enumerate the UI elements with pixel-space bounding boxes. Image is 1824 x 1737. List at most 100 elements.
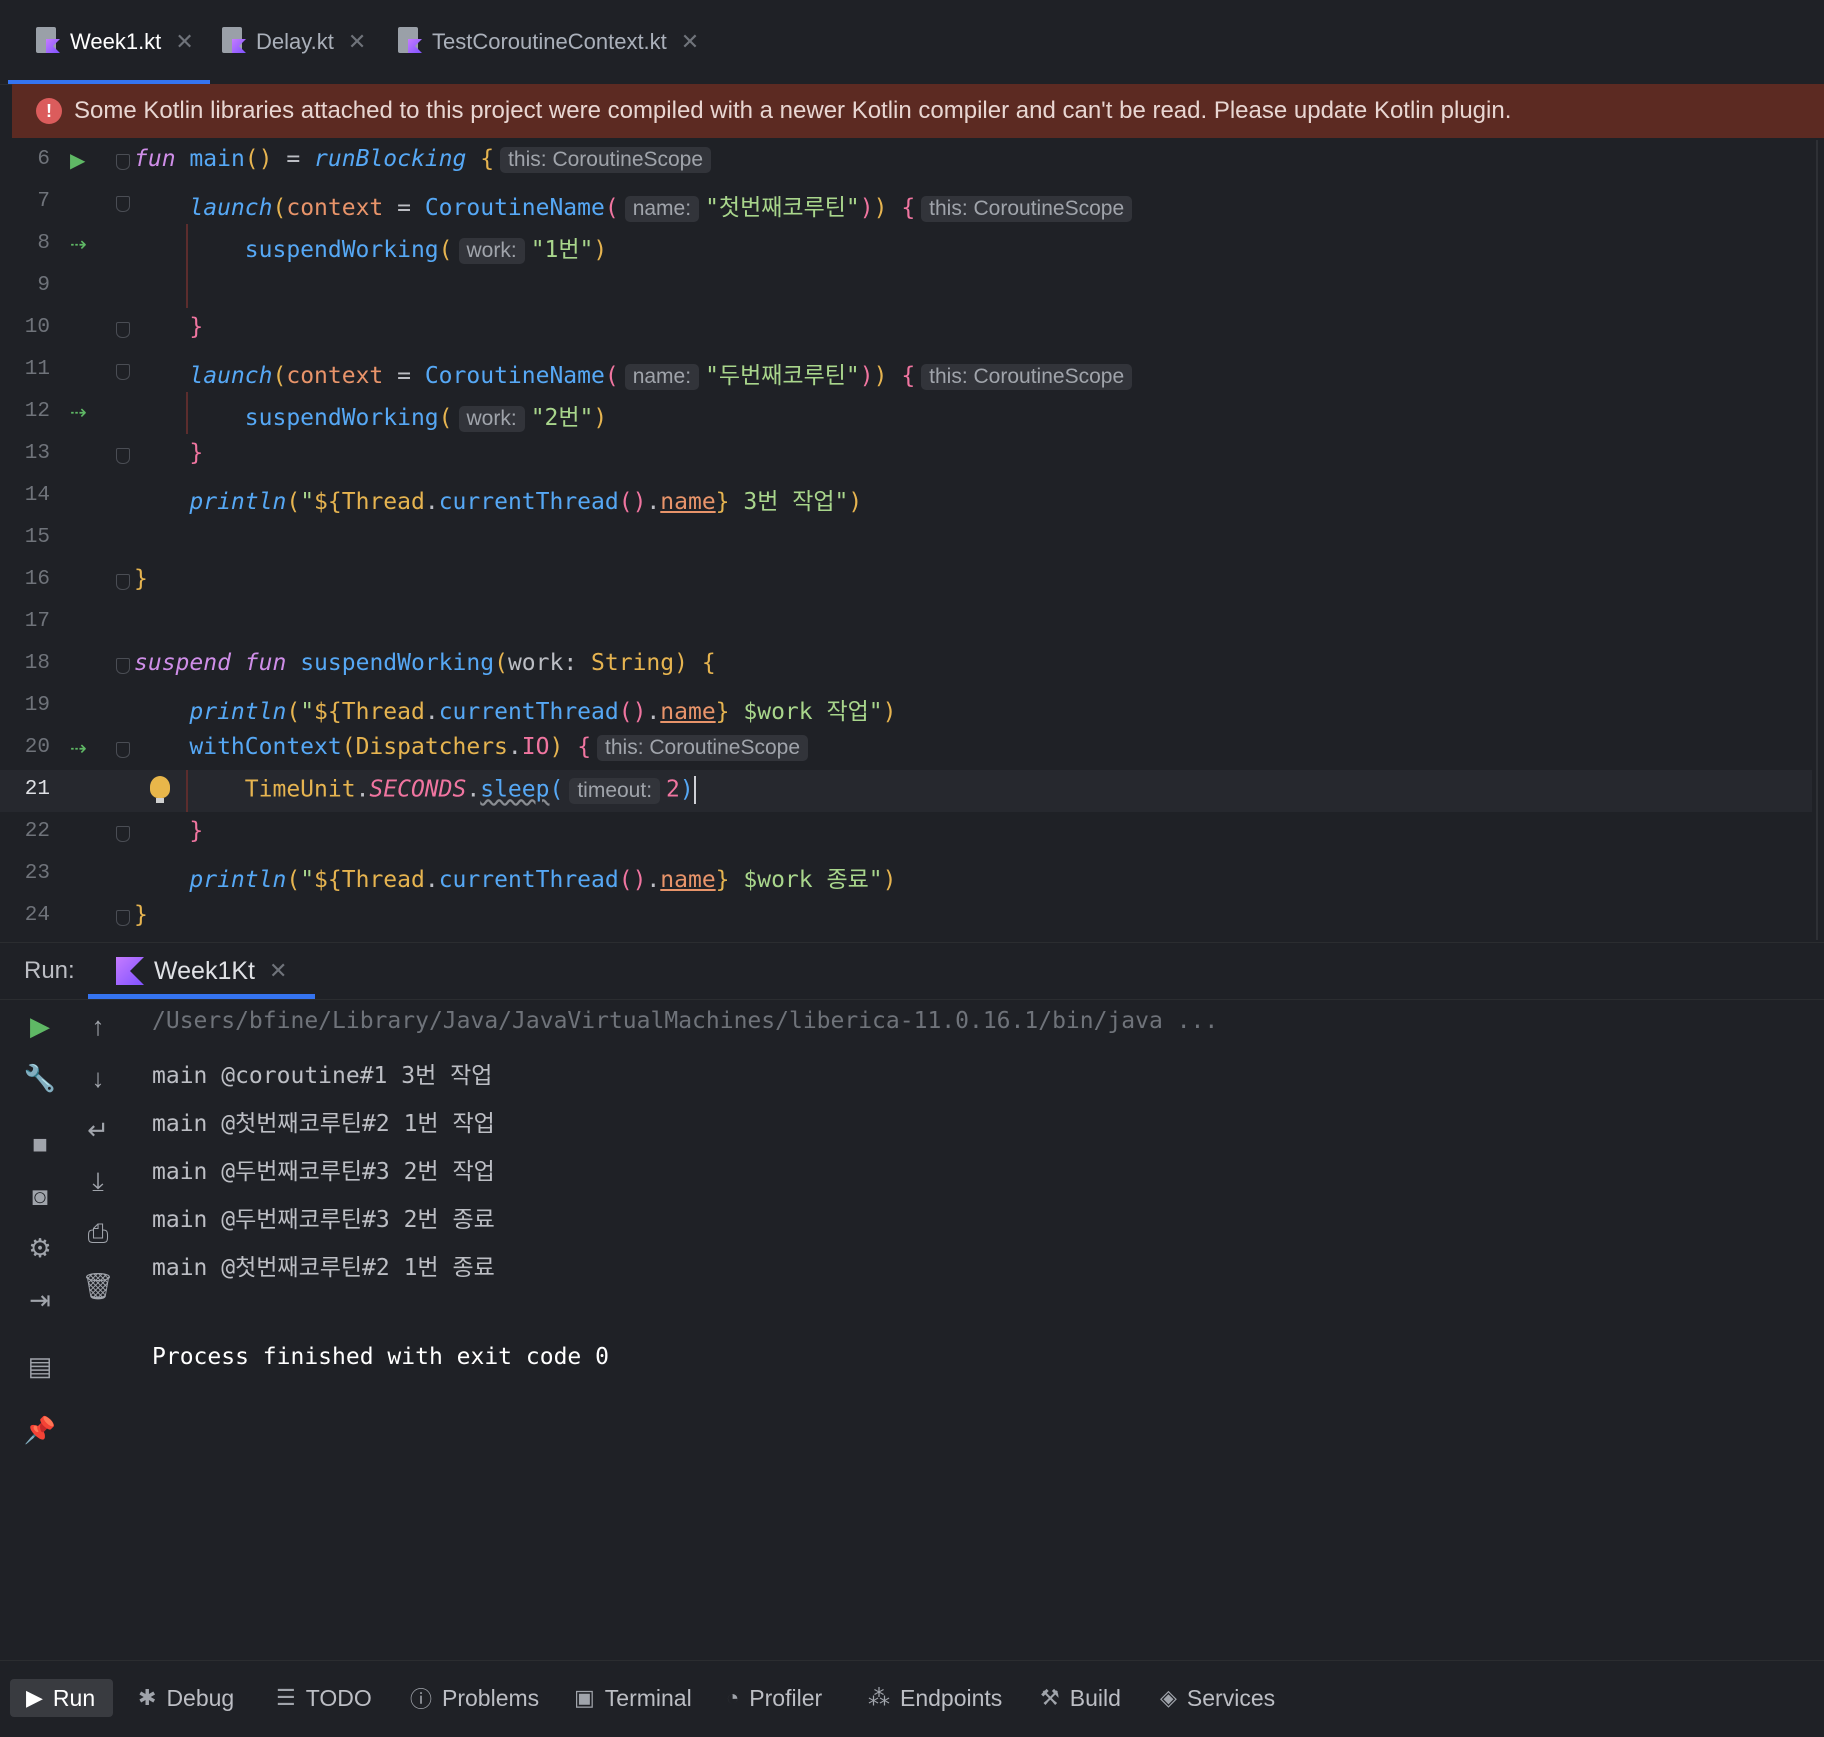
build-tool-button[interactable]: ⚒ Build <box>1040 1679 1121 1717</box>
endpoints-tool-button[interactable]: ⁂ Endpoints <box>868 1679 1002 1717</box>
tool-button-label: Run <box>52 1684 96 1711</box>
layout-icon[interactable]: ▤ <box>22 1348 58 1384</box>
trash-icon[interactable]: 🗑 <box>80 1268 116 1304</box>
settings-debug-icon[interactable]: ⚙ <box>22 1230 58 1266</box>
restore-layout-icon[interactable]: ⇥ <box>22 1282 58 1318</box>
fold-marker[interactable] <box>116 448 130 464</box>
code-line[interactable]: 9 <box>0 266 1812 308</box>
line-number: 11 <box>24 358 50 381</box>
string-literal: "첫번째코루틴" <box>705 195 860 221</box>
inlay-hint: this: CoroutineScope <box>921 364 1133 390</box>
fold-marker[interactable] <box>116 154 130 170</box>
inlay-hint: this: CoroutineScope <box>921 196 1133 222</box>
suspend-call-icon: ⇢ <box>70 234 87 256</box>
code-editor[interactable]: 6 ▶ fun main() = runBlocking {this: Coro… <box>0 140 1824 940</box>
kotlin-file-icon <box>34 27 60 57</box>
camera-icon[interactable]: ◙ <box>22 1178 58 1214</box>
print-icon[interactable]: ⎙ <box>80 1216 116 1252</box>
line-number: 19 <box>24 694 50 717</box>
arrow-up-icon[interactable]: ↑ <box>80 1008 116 1044</box>
arrow-down-icon[interactable]: ↓ <box>80 1060 116 1096</box>
code-line[interactable]: 10 } <box>0 308 1812 350</box>
inlay-hint: name: <box>624 196 700 222</box>
fold-marker[interactable] <box>116 196 130 212</box>
editor-scrollbar[interactable] <box>1816 140 1818 940</box>
run-panel-label: Run: <box>24 957 75 984</box>
run-panel-header: Run: Week1Kt ✕ <box>0 942 1824 1000</box>
fold-marker[interactable] <box>116 658 130 674</box>
todo-tool-button[interactable]: ☰ TODO <box>276 1679 372 1717</box>
console-line: Process finished with exit code 0 <box>152 1344 609 1370</box>
tab-delay-kt[interactable]: Delay.kt ✕ <box>220 0 366 84</box>
indent-guide <box>186 266 188 308</box>
line-number: 8 <box>37 232 50 255</box>
code-line[interactable]: 16 } <box>0 560 1812 602</box>
close-icon[interactable]: ✕ <box>269 958 287 984</box>
kotlin-plugin-warning-banner: ! Some Kotlin libraries attached to this… <box>12 84 1824 138</box>
code-line[interactable]: 11 launch(context = CoroutineName(name: "… <box>0 350 1812 392</box>
rerun-icon[interactable]: ▶ <box>22 1008 58 1044</box>
terminal-tool-button[interactable]: ▣ Terminal <box>574 1679 692 1717</box>
code-line[interactable]: 20 ⇢ withContext(Dispatchers.IO) {this: … <box>0 728 1812 770</box>
line-number: 21 <box>24 778 50 801</box>
list-icon: ☰ <box>276 1685 296 1710</box>
code-line[interactable]: 6 ▶ fun main() = runBlocking {this: Coro… <box>0 140 1812 182</box>
close-icon[interactable]: ✕ <box>175 29 193 55</box>
code-line[interactable]: 13 } <box>0 434 1812 476</box>
line-number: 6 <box>37 148 50 171</box>
stop-icon[interactable]: ■ <box>22 1126 58 1162</box>
console-line[interactable]: /Users/bfine/Library/Java/JavaVirtualMac… <box>152 1008 1218 1034</box>
code-line[interactable]: 15 <box>0 518 1812 560</box>
fold-marker[interactable] <box>116 574 130 590</box>
line-number: 9 <box>37 274 50 297</box>
inlay-hint: work: <box>458 406 525 432</box>
tool-button-label: Build <box>1069 1684 1121 1711</box>
endpoints-icon: ⁂ <box>868 1685 890 1710</box>
code-line[interactable]: 18 suspend fun suspendWorking(work: Stri… <box>0 644 1812 686</box>
code-line-current[interactable]: 21 TimeUnit.SECONDS.sleep(timeout: 2) <box>0 770 1812 812</box>
code-line[interactable]: 24 } <box>0 896 1812 938</box>
soft-wrap-icon[interactable]: ↵ <box>80 1112 116 1148</box>
play-icon: ▶ <box>26 1685 43 1710</box>
code-line[interactable]: 23 println("${Thread.currentThread().nam… <box>0 854 1812 896</box>
code-line[interactable]: 14 println("${Thread.currentThread().nam… <box>0 476 1812 518</box>
active-tab-indicator <box>88 994 316 999</box>
wrench-icon[interactable]: 🔧 <box>22 1060 58 1096</box>
fold-marker[interactable] <box>116 910 130 926</box>
run-tab-week1kt[interactable]: Week1Kt ✕ <box>88 943 316 999</box>
pin-icon[interactable]: 📌 <box>22 1412 58 1448</box>
terminal-icon: ▣ <box>574 1685 595 1710</box>
close-icon[interactable]: ✕ <box>348 29 366 55</box>
code-line[interactable]: 8 ⇢ suspendWorking(work: "1번") <box>0 224 1812 266</box>
fold-marker[interactable] <box>116 364 130 380</box>
services-tool-button[interactable]: ◈ Services <box>1160 1679 1275 1717</box>
code-line[interactable]: 17 <box>0 602 1812 644</box>
inlay-hint: name: <box>624 364 700 390</box>
code-line[interactable]: 7 launch(context = CoroutineName(name: "첫… <box>0 182 1812 224</box>
line-number: 14 <box>24 484 50 507</box>
code-line[interactable]: 19 println("${Thread.currentThread().nam… <box>0 686 1812 728</box>
problems-tool-button[interactable]: ⓘ Problems <box>410 1679 539 1717</box>
profiler-tool-button[interactable]: ◔ Profiler <box>726 1679 822 1717</box>
profiler-icon: ◔ <box>726 1685 740 1710</box>
tab-week1-kt[interactable]: Week1.kt ✕ <box>8 0 210 84</box>
scroll-to-end-icon[interactable]: ⤓ <box>80 1164 116 1200</box>
tab-label: TestCoroutineContext.kt <box>432 29 667 54</box>
run-tool-button[interactable]: ▶ Run <box>10 1679 114 1717</box>
debug-tool-button[interactable]: ✱ Debug <box>138 1679 234 1717</box>
tab-testcoroutinecontext-kt[interactable]: TestCoroutineContext.kt ✕ <box>396 0 699 84</box>
inlay-hint: timeout: <box>569 777 661 804</box>
code-line[interactable]: 12 ⇢ suspendWorking(work: "2번") <box>0 392 1812 434</box>
code-line[interactable]: 22 } <box>0 812 1812 854</box>
string-literal: "두번째코루틴" <box>705 363 860 389</box>
fold-marker[interactable] <box>116 826 130 842</box>
fold-marker[interactable] <box>116 322 130 338</box>
line-number: 12 <box>24 400 50 423</box>
inlay-hint: this: CoroutineScope <box>500 147 712 173</box>
fold-marker[interactable] <box>116 742 130 758</box>
close-icon[interactable]: ✕ <box>681 29 699 55</box>
text-caret <box>693 776 696 804</box>
run-gutter-icon[interactable]: ▶ <box>70 148 85 173</box>
inlay-hint: work: <box>458 238 525 264</box>
line-number: 16 <box>24 568 50 591</box>
